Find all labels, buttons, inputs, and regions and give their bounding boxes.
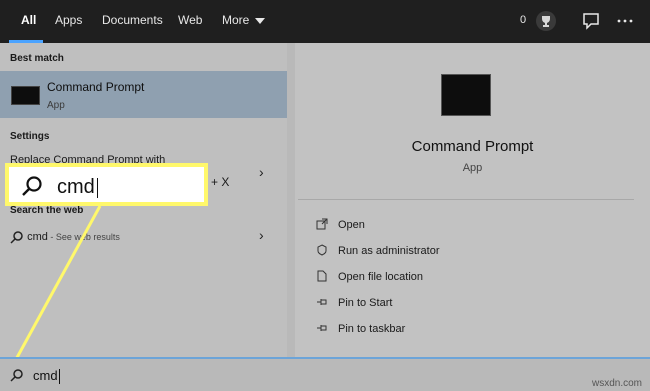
text-cursor [58, 369, 60, 385]
magnified-search-callout: cmd [5, 163, 208, 206]
callout-query-text: cmd [57, 176, 95, 198]
text-cursor [96, 177, 98, 198]
search-input-value: cmd [33, 368, 58, 383]
search-icon [10, 369, 23, 382]
watermark: wsxdn.com [591, 378, 642, 389]
search-icon [22, 176, 42, 196]
search-input[interactable]: cmd [33, 368, 60, 385]
search-box[interactable]: cmd wsxdn.com [0, 357, 650, 391]
callout-query: cmd [57, 176, 98, 199]
